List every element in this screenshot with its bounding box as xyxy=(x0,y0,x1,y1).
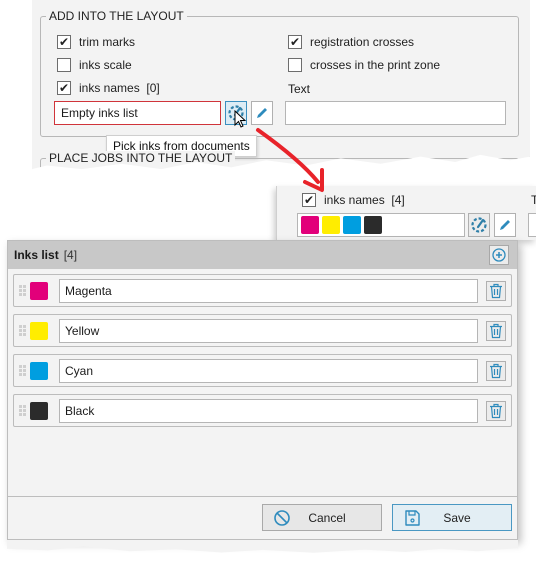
ink-row: Yellow xyxy=(13,314,512,347)
pick-inks-icon xyxy=(471,217,487,233)
trash-icon xyxy=(490,323,502,339)
checkbox-box[interactable] xyxy=(288,58,302,72)
trash-icon xyxy=(490,363,502,379)
checkbox-box[interactable]: ✔ xyxy=(302,193,316,207)
result-snippet-panel: ✔ inks names [4] T xyxy=(276,186,536,240)
pencil-icon xyxy=(257,108,267,118)
ink-swatch-magenta xyxy=(301,216,319,234)
group-title: PLACE JOBS INTO THE LAYOUT xyxy=(46,151,236,165)
cancel-button[interactable]: Cancel xyxy=(262,504,382,531)
mouse-cursor-icon xyxy=(234,110,247,128)
inks-swatch-field[interactable] xyxy=(297,213,465,237)
trim-marks-checkbox[interactable]: ✔ trim marks xyxy=(57,35,135,49)
inks-list-dialog: Inks list [4] Magenta Yellow Cyan Black Can… xyxy=(7,240,518,540)
delete-ink-button[interactable] xyxy=(486,281,506,301)
dialog-footer: Cancel Save xyxy=(8,496,517,539)
checkbox-label: inks scale xyxy=(79,58,132,72)
save-button[interactable]: Save xyxy=(392,504,512,531)
ink-name-field[interactable]: Magenta xyxy=(59,279,478,303)
group-title: ADD INTO THE LAYOUT xyxy=(46,9,187,23)
ink-color-swatch[interactable] xyxy=(30,362,48,380)
ink-color-swatch[interactable] xyxy=(30,402,48,420)
layout-options-panel: ADD INTO THE LAYOUT ✔ trim marks inks sc… xyxy=(32,0,530,170)
ink-name-field[interactable]: Cyan xyxy=(59,359,478,383)
delete-ink-button[interactable] xyxy=(486,321,506,341)
cancel-label: Cancel xyxy=(308,510,346,525)
ink-count: [4] xyxy=(63,248,78,262)
dialog-header: Inks list [4] xyxy=(8,241,517,269)
add-circle-icon xyxy=(492,248,506,262)
ink-color-swatch[interactable] xyxy=(30,322,48,340)
checkbox-box[interactable] xyxy=(57,58,71,72)
pick-inks-button[interactable] xyxy=(468,213,490,237)
add-ink-button[interactable] xyxy=(489,245,509,265)
trash-icon xyxy=(490,283,502,299)
drag-handle-icon[interactable] xyxy=(19,325,26,337)
checkbox-label: inks names [4] xyxy=(324,193,405,207)
trash-icon xyxy=(490,403,502,419)
ink-swatch-black xyxy=(364,216,382,234)
inks-names-checkbox[interactable]: ✔ inks names [0] xyxy=(57,81,160,95)
checkbox-label: trim marks xyxy=(79,35,135,49)
checkbox-label: registration crosses xyxy=(310,35,415,49)
ink-color-swatch[interactable] xyxy=(30,282,48,300)
dialog-title: Inks list xyxy=(14,248,59,262)
drag-handle-icon[interactable] xyxy=(19,405,26,417)
drag-handle-icon[interactable] xyxy=(19,285,26,297)
text-field[interactable] xyxy=(528,213,536,237)
delete-ink-button[interactable] xyxy=(486,401,506,421)
inks-scale-checkbox[interactable]: inks scale xyxy=(57,58,132,72)
ink-swatch-yellow xyxy=(322,216,340,234)
checkbox-box[interactable]: ✔ xyxy=(57,81,71,95)
checkbox-box[interactable]: ✔ xyxy=(288,35,302,49)
text-field[interactable] xyxy=(285,101,506,125)
checkbox-label: crosses in the print zone xyxy=(310,58,441,72)
checkbox-label: inks names [0] xyxy=(79,81,160,95)
inks-list-field[interactable]: Empty inks list xyxy=(54,101,221,125)
ink-name-field[interactable]: Black xyxy=(59,399,478,423)
drag-handle-icon[interactable] xyxy=(19,365,26,377)
text-label-partial: T xyxy=(531,193,536,207)
registration-crosses-checkbox[interactable]: ✔ registration crosses xyxy=(288,35,414,49)
ink-row: Cyan xyxy=(13,354,512,387)
pencil-icon xyxy=(500,220,510,230)
ink-swatch-cyan xyxy=(343,216,361,234)
edit-inks-button[interactable] xyxy=(494,213,516,237)
text-label: Text xyxy=(288,82,311,96)
inks-names-checkbox[interactable]: ✔ inks names [4] xyxy=(302,193,405,207)
torn-edge xyxy=(7,540,518,553)
ink-row: Black xyxy=(13,394,512,427)
ink-row: Magenta xyxy=(13,274,512,307)
checkbox-box[interactable]: ✔ xyxy=(57,35,71,49)
crosses-print-zone-checkbox[interactable]: crosses in the print zone xyxy=(288,58,440,72)
save-label: Save xyxy=(443,510,471,525)
delete-ink-button[interactable] xyxy=(486,361,506,381)
ink-name-field[interactable]: Yellow xyxy=(59,319,478,343)
edit-inks-button[interactable] xyxy=(251,101,273,125)
